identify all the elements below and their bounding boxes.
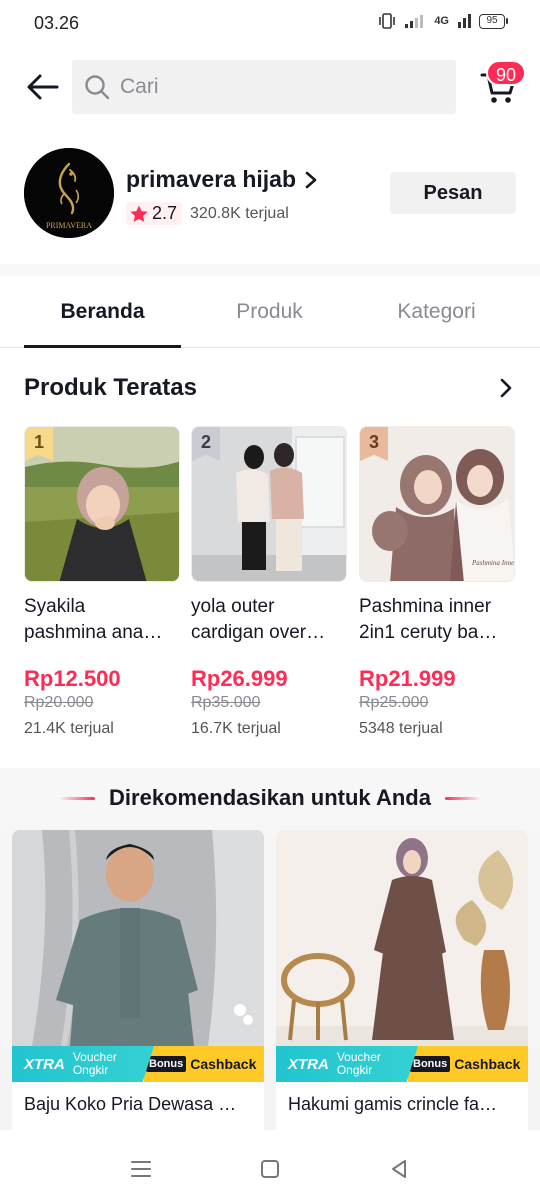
product-name: Syakila pashmina ana… <box>24 596 163 643</box>
product-name: Baju Koko Pria Dewasa … <box>24 1094 237 1114</box>
product-original-price: Rp20.000 <box>24 694 94 711</box>
product-name: Hakumi gamis crincle fa… <box>288 1094 498 1114</box>
recommended-header: Direkomendasikan untuk Anda <box>0 780 540 816</box>
rating-value: 2.7 <box>152 203 178 223</box>
promo-banner: XTRA Voucher Ongkir Bonus Cashback <box>12 1046 264 1082</box>
triangle-back-icon <box>392 1160 406 1178</box>
nav-back-button[interactable] <box>384 1154 414 1184</box>
xtra-voucher-tag: XTRA Voucher Ongkir <box>276 1046 418 1082</box>
recommended-card[interactable]: XTRA Voucher Ongkir Bonus Cashback Baju K… <box>12 830 264 1130</box>
top-products-header[interactable]: Produk Teratas <box>24 370 520 406</box>
product-name: yola outer cardigan over… <box>191 596 326 643</box>
battery-level: 95 <box>479 13 505 29</box>
search-icon <box>85 75 110 100</box>
shop-name: primavera hijab <box>126 166 297 192</box>
tab-bar: Beranda Produk Kategori <box>0 276 540 348</box>
shop-info: PRIMAVERA primavera hijab 2.7 320.8K ter… <box>0 140 540 258</box>
decor-line-left <box>59 796 96 800</box>
section-separator <box>0 264 540 276</box>
shop-logo: PRIMAVERA <box>24 148 114 238</box>
battery-icon: 95 <box>479 13 508 29</box>
product-photo-gamis <box>276 830 528 1046</box>
shop-sold-count: 320.8K terjual <box>190 204 289 222</box>
back-button[interactable] <box>22 70 62 104</box>
product-sold-count: 16.7K terjual <box>191 720 281 737</box>
svg-text:Pashmina Inner: Pashmina Inner <box>471 559 515 567</box>
product-price: Rp12.500 <box>24 666 121 691</box>
order-button[interactable]: Pesan <box>390 172 516 214</box>
top-products-list: 1 Syakila pashmina ana… Rp12.500 Rp20.00… <box>0 426 540 756</box>
vibrate-icon <box>379 13 396 29</box>
product-sold-count: 5348 terjual <box>359 720 443 737</box>
status-icons: 4G 95 <box>378 12 508 30</box>
nav-menu-button[interactable] <box>126 1154 156 1184</box>
signal-icon <box>405 15 424 28</box>
top-products-title: Produk Teratas <box>24 374 197 401</box>
product-original-price: Rp25.000 <box>359 694 429 711</box>
search-input[interactable] <box>120 75 420 99</box>
decor-line-right <box>444 796 481 800</box>
product-price: Rp26.999 <box>191 666 288 691</box>
system-nav-bar <box>0 1138 540 1200</box>
shop-name-row[interactable]: primavera hijab <box>126 166 320 193</box>
signal-icon-2 <box>458 14 471 28</box>
square-home-icon <box>261 1160 279 1178</box>
product-original-price: Rp35.000 <box>191 694 261 711</box>
top-product-card[interactable]: 1 Syakila pashmina ana… Rp12.500 Rp20.00… <box>24 426 180 746</box>
network-type-icon: 4G <box>434 15 449 27</box>
product-image <box>12 830 264 1046</box>
bonus-cashback-tag: Bonus Cashback <box>408 1046 528 1082</box>
chevron-right-icon <box>500 378 512 398</box>
tab-produk[interactable]: Produk <box>191 276 348 348</box>
product-image: 1 <box>24 426 180 582</box>
arrow-left-icon <box>27 74 59 100</box>
search-box[interactable] <box>72 60 456 114</box>
top-product-card[interactable]: 3 Pashmina Inner Pashmina inner 2in1 cer… <box>359 426 515 746</box>
tab-beranda[interactable]: Beranda <box>24 276 181 348</box>
star-icon <box>130 205 148 222</box>
tab-kategori[interactable]: Kategori <box>358 276 515 348</box>
nav-home-button[interactable] <box>255 1154 285 1184</box>
shop-avatar[interactable]: PRIMAVERA <box>24 148 114 238</box>
tab-active-indicator <box>24 345 181 348</box>
product-image: 2 <box>191 426 347 582</box>
product-price: Rp21.999 <box>359 666 456 691</box>
menu-icon <box>131 1161 151 1177</box>
cart-count-badge: 90 <box>486 60 526 86</box>
product-name: Pashmina inner 2in1 ceruty ba… <box>359 596 498 643</box>
product-sold-count: 21.4K terjual <box>24 720 114 737</box>
rating-chip: 2.7 <box>126 202 183 225</box>
status-bar: 03.26 4G 95 <box>0 0 540 46</box>
product-image: 3 Pashmina Inner <box>359 426 515 582</box>
top-product-card[interactable]: 2 yola outer cardigan over… Rp26.999 Rp3… <box>191 426 347 746</box>
shop-meta: 2.7 320.8K terjual <box>126 202 289 225</box>
product-photo-koko <box>12 830 264 1046</box>
svg-text:PRIMAVERA: PRIMAVERA <box>46 221 92 230</box>
status-time: 03.26 <box>34 13 80 33</box>
promo-banner: XTRA Voucher Ongkir Bonus Cashback <box>276 1046 528 1082</box>
header: 90 <box>0 56 540 118</box>
product-image <box>276 830 528 1046</box>
chevron-right-icon <box>305 171 317 188</box>
recommended-card[interactable]: XTRA Voucher Ongkir Bonus Cashback Hakumi… <box>276 830 528 1130</box>
xtra-voucher-tag: XTRA Voucher Ongkir <box>12 1046 154 1082</box>
recommended-title: Direkomendasikan untuk Anda <box>109 785 431 810</box>
bonus-cashback-tag: Bonus Cashback <box>144 1046 264 1082</box>
